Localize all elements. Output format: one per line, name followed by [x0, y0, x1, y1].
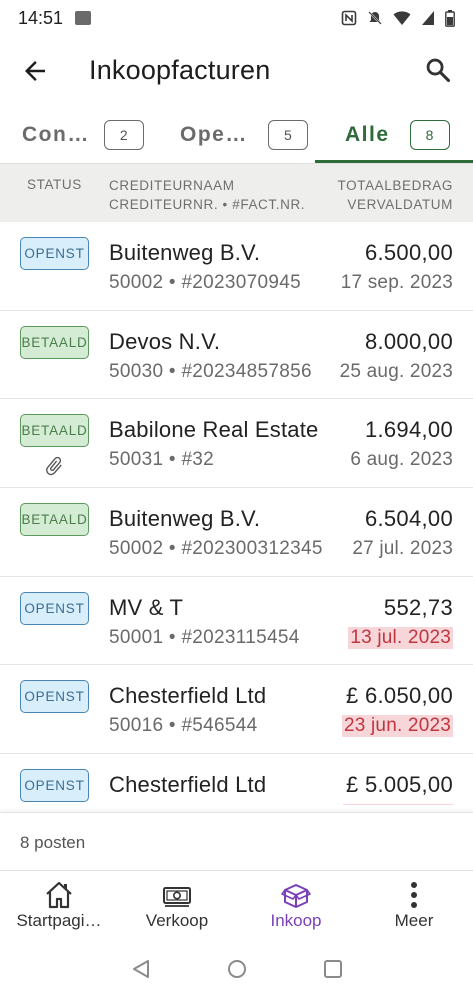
status-badge: BETAALD	[20, 503, 89, 537]
filter-tabs: Con… 2 Ope… 5 Alle 8	[0, 106, 473, 164]
creditor-number: 50002 • #2023070945	[109, 272, 301, 293]
creditor-name: Chesterfield Ltd	[109, 772, 267, 798]
status-badge: OPENST	[20, 680, 89, 714]
nav-more[interactable]: Meer	[355, 871, 473, 939]
tab-count-badge: 8	[409, 120, 450, 150]
cash-icon	[163, 887, 191, 907]
signal-icon	[422, 11, 434, 25]
column-total: TOTAALBEDRAG	[337, 178, 453, 193]
item-count: 8 posten	[20, 833, 86, 852]
page-title: Inkoopfacturen	[89, 55, 271, 85]
invoice-amount: 1.694,00	[364, 417, 453, 443]
column-creditor-name: CREDITEURNAAM	[109, 178, 235, 193]
status-badge: OPENST	[20, 769, 89, 803]
creditor-number: 50030 • #20234857856	[109, 360, 312, 382]
status-badge: OPENST	[20, 237, 89, 270]
tab-label: Alle	[345, 123, 390, 146]
creditor-name: MV & T	[109, 594, 184, 620]
nav-sales[interactable]: Verkoop	[118, 871, 236, 939]
invoice-amount: £ 5.005,00	[346, 772, 453, 798]
more-icon	[411, 882, 417, 908]
creditor-name: Babilone Real Estate	[109, 417, 319, 443]
search-icon[interactable]	[424, 56, 452, 84]
bottom-navigation: Startpagi… Verkoop Inkoop Meer	[0, 870, 473, 938]
tab-count-badge: 5	[267, 120, 308, 150]
creditor-number: 50016 • #20231110021	[109, 804, 309, 805]
invoice-amount: 6.500,00	[364, 240, 453, 265]
nav-label: Verkoop	[145, 911, 209, 930]
invoice-amount: 6.504,00	[364, 506, 453, 532]
footer-count-bar: 8 posten	[0, 812, 473, 870]
tab-open[interactable]: Ope… 5	[180, 106, 308, 164]
creditor-number: 50031 • #32	[109, 449, 215, 471]
column-status: STATUS	[27, 177, 82, 192]
invoice-row[interactable]: BETAALD Babilone Real Estate 50031 • #32 1.…	[0, 399, 473, 489]
attachment-icon	[46, 457, 62, 476]
column-creditor-nr: CREDITEURNR. • #FACT.NR.	[109, 197, 306, 212]
nfc-icon	[341, 10, 357, 26]
active-tab-indicator	[315, 160, 473, 163]
column-creditor: CREDITEURNAAM CREDITEURNR. • #FACT.NR.	[109, 176, 305, 214]
due-date-overdue: 13 jul. 2023	[348, 626, 453, 649]
invoice-row[interactable]: OPENST MV & T 50001 • #2023115454 552,73 13 …	[0, 577, 473, 666]
wifi-icon	[393, 11, 411, 25]
battery-icon	[445, 9, 455, 27]
system-home-icon[interactable]	[226, 958, 248, 980]
column-due-date: VERVALDATUM	[347, 197, 453, 212]
creditor-name: Buitenweg B.V.	[109, 240, 261, 265]
tab-label: Con…	[22, 123, 90, 146]
home-icon	[46, 881, 72, 909]
status-badge: BETAALD	[20, 414, 89, 448]
image-notification-icon	[75, 11, 92, 25]
tab-all[interactable]: Alle 8	[345, 106, 450, 164]
system-recents-icon[interactable]	[322, 958, 344, 980]
app-bar: Inkoopfacturen	[0, 36, 473, 106]
nav-label: Startpagi…	[16, 911, 102, 930]
due-date: 25 aug. 2023	[339, 360, 453, 382]
status-icons	[341, 9, 455, 27]
due-date-overdue: 11 jun. 2023	[343, 804, 453, 805]
invoice-amount: 8.000,00	[364, 328, 453, 354]
status-time: 14:51	[18, 7, 64, 28]
due-date: 6 aug. 2023	[350, 449, 453, 471]
back-arrow-icon[interactable]	[20, 56, 50, 86]
nav-purchase[interactable]: Inkoop	[237, 871, 355, 939]
nav-label: Inkoop	[270, 911, 322, 930]
invoice-row[interactable]: OPENST Chesterfield Ltd 50016 • #546544 £ 6…	[0, 665, 473, 755]
creditor-name: Buitenweg B.V.	[109, 506, 261, 532]
status-badge: BETAALD	[20, 325, 89, 359]
column-header: STATUS CREDITEURNAAM CREDITEURNR. • #FAC…	[0, 164, 473, 222]
creditor-name: Devos N.V.	[109, 328, 221, 354]
due-date: 17 sep. 2023	[340, 272, 453, 293]
creditor-number: 50002 • #202300312345	[109, 538, 323, 560]
tab-concept[interactable]: Con… 2	[22, 106, 144, 164]
tab-label: Ope…	[180, 123, 248, 146]
status-bar: 14:51	[0, 0, 473, 36]
invoice-amount: £ 6.050,00	[346, 683, 453, 709]
invoice-row[interactable]: OPENST Chesterfield Ltd 50016 • #202311100…	[0, 754, 473, 805]
system-back-icon[interactable]	[130, 958, 152, 980]
invoice-row[interactable]: BETAALD Devos N.V. 50030 • #20234857856 8.0…	[0, 311, 473, 400]
invoice-row[interactable]: OPENST Buitenweg B.V. 50002 • #2023070945 6…	[0, 222, 473, 311]
invoice-list[interactable]: OPENST Buitenweg B.V. 50002 • #2023070945 6…	[0, 222, 473, 805]
mute-icon	[368, 11, 382, 25]
creditor-number: 50001 • #2023115454	[109, 626, 300, 648]
system-navigation	[0, 938, 473, 999]
status-badge: OPENST	[20, 591, 89, 625]
nav-home[interactable]: Startpagi…	[0, 871, 118, 939]
box-icon	[281, 884, 311, 908]
creditor-number: 50016 • #546544	[109, 715, 258, 737]
tab-count-badge: 2	[103, 120, 144, 150]
nav-label: Meer	[394, 911, 434, 930]
column-amount: TOTAALBEDRAG VERVALDATUM	[338, 176, 453, 214]
invoice-row[interactable]: BETAALD Buitenweg B.V. 50002 • #2023003123…	[0, 488, 473, 577]
creditor-name: Chesterfield Ltd	[109, 683, 267, 709]
due-date: 27 jul. 2023	[352, 538, 453, 560]
invoice-amount: 552,73	[383, 594, 453, 620]
due-date-overdue: 23 jun. 2023	[342, 715, 453, 738]
